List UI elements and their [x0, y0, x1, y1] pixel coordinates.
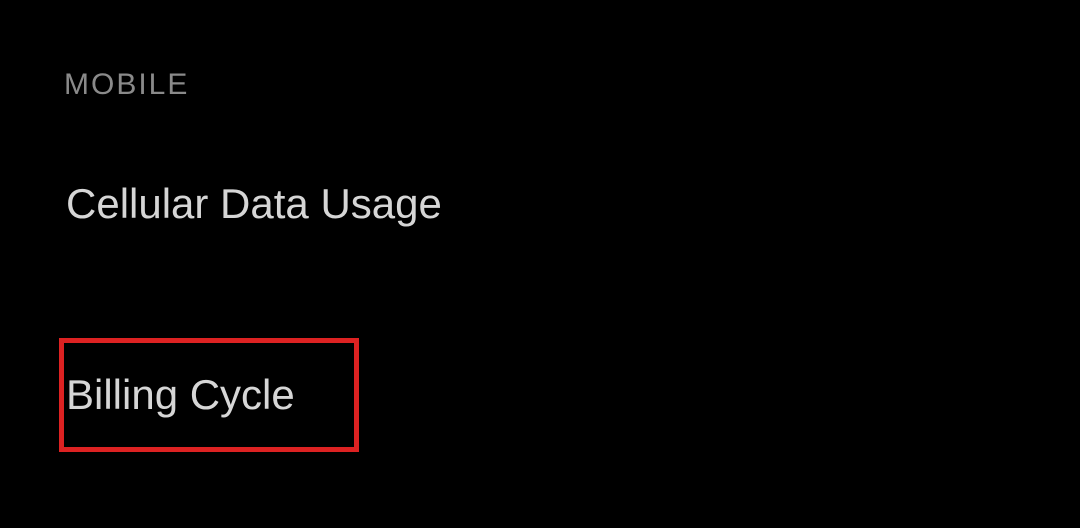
cellular-data-usage-item[interactable]: Cellular Data Usage [66, 180, 1080, 228]
billing-cycle-item[interactable]: Billing Cycle [66, 371, 328, 419]
section-header-mobile: MOBILE [64, 68, 1080, 102]
billing-cycle-highlight: Billing Cycle [59, 338, 359, 452]
settings-section: MOBILE Cellular Data Usage Billing Cycle [0, 0, 1080, 452]
